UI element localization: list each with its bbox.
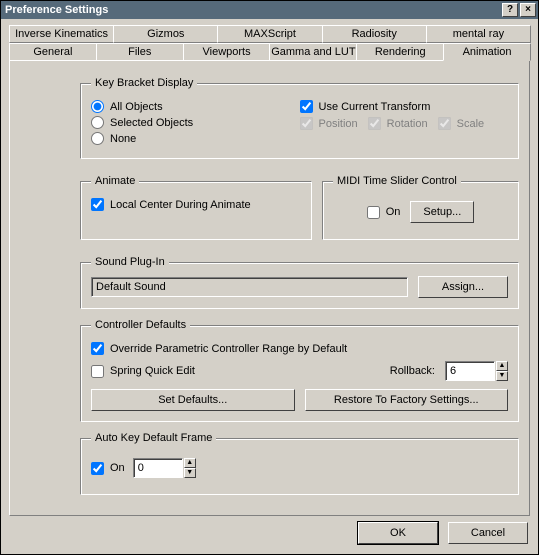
label-rotation: Rotation xyxy=(387,118,428,130)
tab-inverse-kinematics[interactable]: Inverse Kinematics xyxy=(9,25,114,43)
tab-viewports[interactable]: Viewports xyxy=(183,43,271,61)
titlebar: Preference Settings ? × xyxy=(1,1,538,19)
autokey-spin-down[interactable]: ▼ xyxy=(184,468,196,478)
rollback-spin-down[interactable]: ▼ xyxy=(496,371,508,381)
label-none: None xyxy=(110,133,136,145)
button-cancel[interactable]: Cancel xyxy=(448,522,528,544)
autokey-spin-up[interactable]: ▲ xyxy=(184,458,196,468)
dialog-buttons: OK Cancel xyxy=(9,516,530,544)
window-title: Preference Settings xyxy=(5,4,108,16)
tab-gizmos[interactable]: Gizmos xyxy=(113,25,218,43)
label-spring-quick-edit: Spring Quick Edit xyxy=(110,365,195,377)
label-rollback: Rollback: xyxy=(390,365,435,377)
legend-autokey: Auto Key Default Frame xyxy=(91,432,216,444)
button-sound-assign[interactable]: Assign... xyxy=(418,276,508,298)
spinner-rollback: ▲ ▼ xyxy=(445,361,508,381)
tab-general[interactable]: General xyxy=(9,43,97,61)
label-scale: Scale xyxy=(457,118,485,130)
tab-animation[interactable]: Animation xyxy=(443,43,531,61)
rollback-spin-up[interactable]: ▲ xyxy=(496,361,508,371)
preference-settings-window: Preference Settings ? × Inverse Kinemati… xyxy=(0,0,539,555)
legend-animate: Animate xyxy=(91,175,139,187)
radio-all-objects[interactable] xyxy=(91,100,104,113)
tab-maxscript[interactable]: MAXScript xyxy=(217,25,322,43)
group-animate: Animate Local Center During Animate xyxy=(80,175,312,240)
checkbox-override-controller-range[interactable] xyxy=(91,342,104,355)
checkbox-rotation xyxy=(368,117,381,130)
tab-radiosity[interactable]: Radiosity xyxy=(322,25,427,43)
label-selected-objects: Selected Objects xyxy=(110,117,193,129)
tab-mental-ray[interactable]: mental ray xyxy=(426,25,531,43)
label-use-current-transform: Use Current Transform xyxy=(319,101,431,113)
group-sound-plugin: Sound Plug-In Default Sound Assign... xyxy=(80,256,519,309)
checkbox-midi-on[interactable] xyxy=(367,206,380,219)
label-position: Position xyxy=(319,118,358,130)
sound-plugin-value: Default Sound xyxy=(91,277,408,297)
checkbox-scale xyxy=(438,117,451,130)
input-rollback[interactable] xyxy=(445,361,495,381)
radio-none[interactable] xyxy=(91,132,104,145)
checkbox-autokey-on[interactable] xyxy=(91,462,104,475)
tabs-row-2: General Files Viewports Gamma and LUT Re… xyxy=(9,43,530,61)
button-midi-setup[interactable]: Setup... xyxy=(410,201,474,223)
tab-body-animation: Key Bracket Display All Objects Selected… xyxy=(9,60,530,516)
client-area: Inverse Kinematics Gizmos MAXScript Radi… xyxy=(1,19,538,554)
button-restore-factory[interactable]: Restore To Factory Settings... xyxy=(305,389,509,411)
checkbox-use-current-transform[interactable] xyxy=(300,100,313,113)
close-button[interactable]: × xyxy=(520,3,536,17)
legend-controller: Controller Defaults xyxy=(91,319,190,331)
checkbox-position xyxy=(300,117,313,130)
checkbox-spring-quick-edit[interactable] xyxy=(91,365,104,378)
label-all-objects: All Objects xyxy=(110,101,163,113)
group-auto-key-default-frame: Auto Key Default Frame On ▲ ▼ xyxy=(80,432,519,495)
legend-key-bracket: Key Bracket Display xyxy=(91,77,197,89)
checkbox-local-center[interactable] xyxy=(91,198,104,211)
legend-sound: Sound Plug-In xyxy=(91,256,169,268)
button-ok[interactable]: OK xyxy=(358,522,438,544)
button-set-defaults[interactable]: Set Defaults... xyxy=(91,389,295,411)
tab-rendering[interactable]: Rendering xyxy=(356,43,444,61)
label-override-controller-range: Override Parametric Controller Range by … xyxy=(110,343,347,355)
group-midi: MIDI Time Slider Control On Setup... xyxy=(322,175,519,240)
help-button[interactable]: ? xyxy=(502,3,518,17)
tabs-row-1: Inverse Kinematics Gizmos MAXScript Radi… xyxy=(9,25,530,43)
group-key-bracket-display: Key Bracket Display All Objects Selected… xyxy=(80,77,519,159)
tab-gamma-lut[interactable]: Gamma and LUT xyxy=(269,43,357,61)
legend-midi: MIDI Time Slider Control xyxy=(333,175,461,187)
radio-selected-objects[interactable] xyxy=(91,116,104,129)
label-autokey-on: On xyxy=(110,462,125,474)
spinner-autokey-frame: ▲ ▼ xyxy=(133,458,196,478)
label-midi-on: On xyxy=(386,206,401,218)
label-local-center: Local Center During Animate xyxy=(110,199,251,211)
tab-files[interactable]: Files xyxy=(96,43,184,61)
input-autokey-frame[interactable] xyxy=(133,458,183,478)
group-controller-defaults: Controller Defaults Override Parametric … xyxy=(80,319,519,422)
